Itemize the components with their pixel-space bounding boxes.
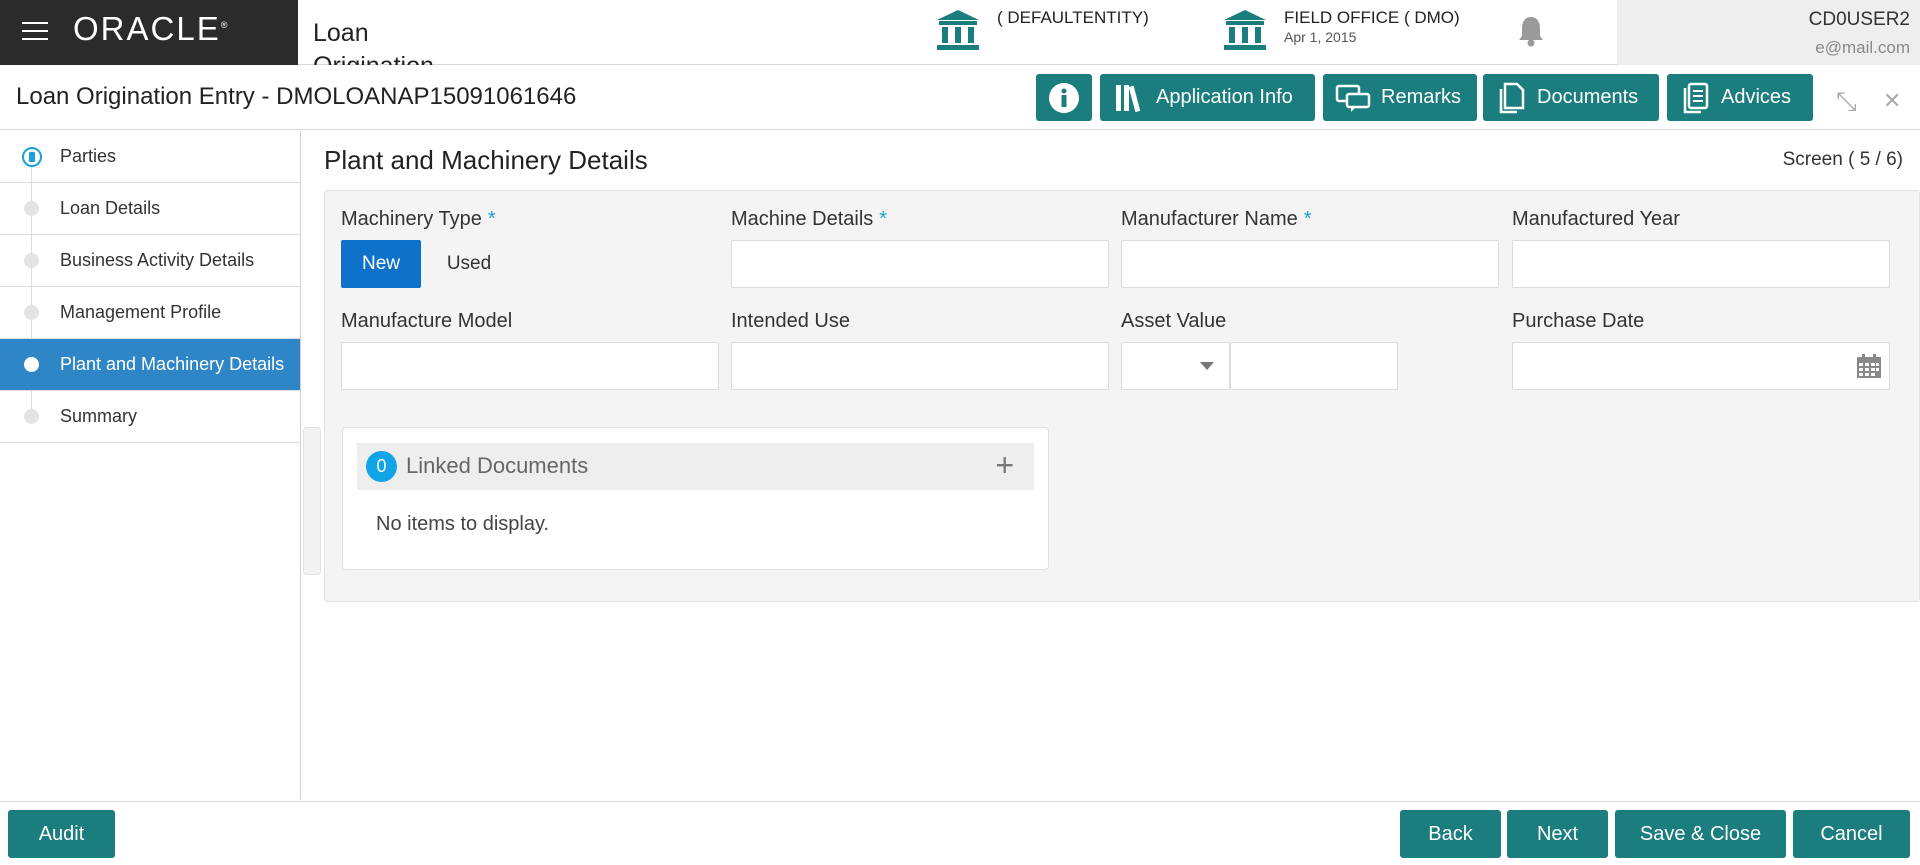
title-bar: Loan Origination Entry - DMOLOANAP150910…: [0, 66, 1920, 130]
required-marker: *: [1303, 208, 1312, 230]
cancel-button[interactable]: Cancel: [1793, 810, 1910, 858]
application-info-button[interactable]: Application Info: [1100, 74, 1315, 121]
machine-details-input[interactable]: [731, 240, 1109, 288]
required-marker: *: [879, 208, 888, 230]
empty-state-text: No items to display.: [376, 513, 550, 535]
manufactured-year-input[interactable]: [1512, 240, 1890, 288]
page-title: Loan Origination Entry - DMOLOANAP150910…: [16, 83, 577, 110]
user-menu[interactable]: CD0USER2 e@mail.com: [1617, 0, 1920, 65]
advices-label: Advices: [1721, 86, 1792, 108]
sidebar-item-label: Management Profile: [60, 302, 222, 322]
sidebar-item-label: Summary: [60, 406, 138, 426]
step-dot-icon: [24, 305, 39, 320]
sidebar-item-label: Loan Details: [60, 198, 161, 218]
advices-icon: [1683, 82, 1709, 113]
application-info-label: Application Info: [1156, 86, 1293, 108]
advices-button[interactable]: Advices: [1667, 74, 1813, 121]
footer-bar: Audit Back Next Save & Close Cancel: [0, 801, 1920, 865]
brand-area: ORACLE®: [0, 0, 298, 65]
section-title: Plant and Machinery Details: [324, 145, 648, 175]
bell-icon[interactable]: [1516, 14, 1546, 48]
info-icon: [1049, 82, 1079, 113]
step-dot-icon: [24, 201, 39, 216]
machinery-type-new-toggle[interactable]: New: [341, 240, 421, 288]
entity-name: ( DEFAULTENTITY): [997, 8, 1149, 27]
back-button[interactable]: Back: [1400, 810, 1501, 858]
remarks-label: Remarks: [1381, 86, 1462, 108]
required-marker: *: [487, 208, 496, 230]
oracle-logo: ORACLE®: [73, 10, 228, 47]
hamburger-menu-icon[interactable]: [22, 22, 48, 42]
library-icon: [1116, 84, 1141, 112]
manufactured-year-label: Manufactured Year: [1512, 208, 1680, 230]
machinery-type-used-toggle[interactable]: Used: [421, 240, 517, 288]
purchase-date-input[interactable]: [1512, 342, 1890, 390]
purchase-date-label: Purchase Date: [1512, 310, 1645, 332]
chat-bubbles-icon: [1335, 84, 1371, 112]
sidebar-item-plant-and-machinery-details[interactable]: Plant and Machinery Details: [0, 339, 300, 391]
top-header: ORACLE® Loan Origination ( DEFAULTENTITY…: [0, 0, 1920, 65]
bank-icon: [1224, 10, 1266, 50]
asset-value-amount-input[interactable]: [1230, 342, 1398, 390]
sidebar-splitter-handle[interactable]: [303, 427, 321, 575]
step-dot-icon: [24, 357, 39, 372]
calendar-icon[interactable]: [1856, 353, 1882, 379]
step-navigation: Parties Loan Details Business Activity D…: [0, 131, 301, 799]
bank-icon: [937, 10, 979, 50]
manufacture-model-label: Manufacture Model: [341, 310, 513, 332]
intended-use-input[interactable]: [731, 342, 1109, 390]
next-button[interactable]: Next: [1507, 810, 1608, 858]
add-document-icon[interactable]: +: [995, 449, 1014, 481]
linked-documents-count-badge: 0: [366, 451, 397, 482]
minimize-icon[interactable]: ⤡: [1836, 86, 1857, 118]
screen-indicator: Screen ( 5 / 6): [1782, 149, 1903, 170]
entity-selector[interactable]: ( DEFAULTENTITY): [935, 8, 1149, 52]
machinery-type-label: Machinery Type *: [341, 208, 496, 230]
sidebar-item-parties[interactable]: Parties: [0, 131, 300, 183]
chevron-down-icon: [1200, 362, 1214, 370]
audit-button[interactable]: Audit: [8, 810, 115, 858]
app-name: Loan Origination: [313, 19, 434, 65]
linked-documents-card: 0 Linked Documents + No items to display…: [342, 427, 1049, 570]
info-button[interactable]: [1036, 74, 1092, 121]
sidebar-item-label: Business Activity Details: [60, 250, 255, 270]
branch-selector[interactable]: FIELD OFFICE ( DMO) Apr 1, 2015: [1222, 8, 1460, 52]
step-dot-icon: [24, 253, 39, 268]
user-name: CD0USER2: [1808, 9, 1910, 30]
asset-value-label: Asset Value: [1121, 310, 1227, 332]
manufacturer-name-label: Manufacturer Name *: [1121, 208, 1312, 230]
step-dot-icon: [24, 409, 39, 424]
sidebar-item-summary[interactable]: Summary: [0, 391, 300, 443]
sidebar-item-label: Parties: [60, 146, 117, 166]
save-and-close-button[interactable]: Save & Close: [1615, 810, 1786, 858]
manufacturer-name-input[interactable]: [1121, 240, 1499, 288]
linked-documents-header: 0 Linked Documents +: [357, 443, 1034, 490]
linked-documents-title: Linked Documents: [406, 453, 589, 478]
remarks-button[interactable]: Remarks: [1323, 74, 1477, 121]
sidebar-item-loan-details[interactable]: Loan Details: [0, 183, 300, 235]
sidebar-item-management-profile[interactable]: Management Profile: [0, 287, 300, 339]
step-current-icon: [22, 146, 42, 167]
documents-button[interactable]: Documents: [1483, 74, 1659, 121]
sidebar-item-business-activity-details[interactable]: Business Activity Details: [0, 235, 300, 287]
branch-date: Apr 1, 2015: [1284, 29, 1357, 45]
documents-icon: [1499, 82, 1525, 113]
close-icon[interactable]: ✕: [1883, 88, 1901, 114]
manufacture-model-input[interactable]: [341, 342, 719, 390]
machine-details-label: Machine Details *: [731, 208, 888, 230]
documents-label: Documents: [1537, 86, 1639, 108]
branch-name: FIELD OFFICE ( DMO): [1284, 8, 1460, 27]
intended-use-label: Intended Use: [731, 310, 850, 332]
user-email: e@mail.com: [1815, 38, 1910, 57]
sidebar-item-label: Plant and Machinery Details: [60, 354, 285, 374]
